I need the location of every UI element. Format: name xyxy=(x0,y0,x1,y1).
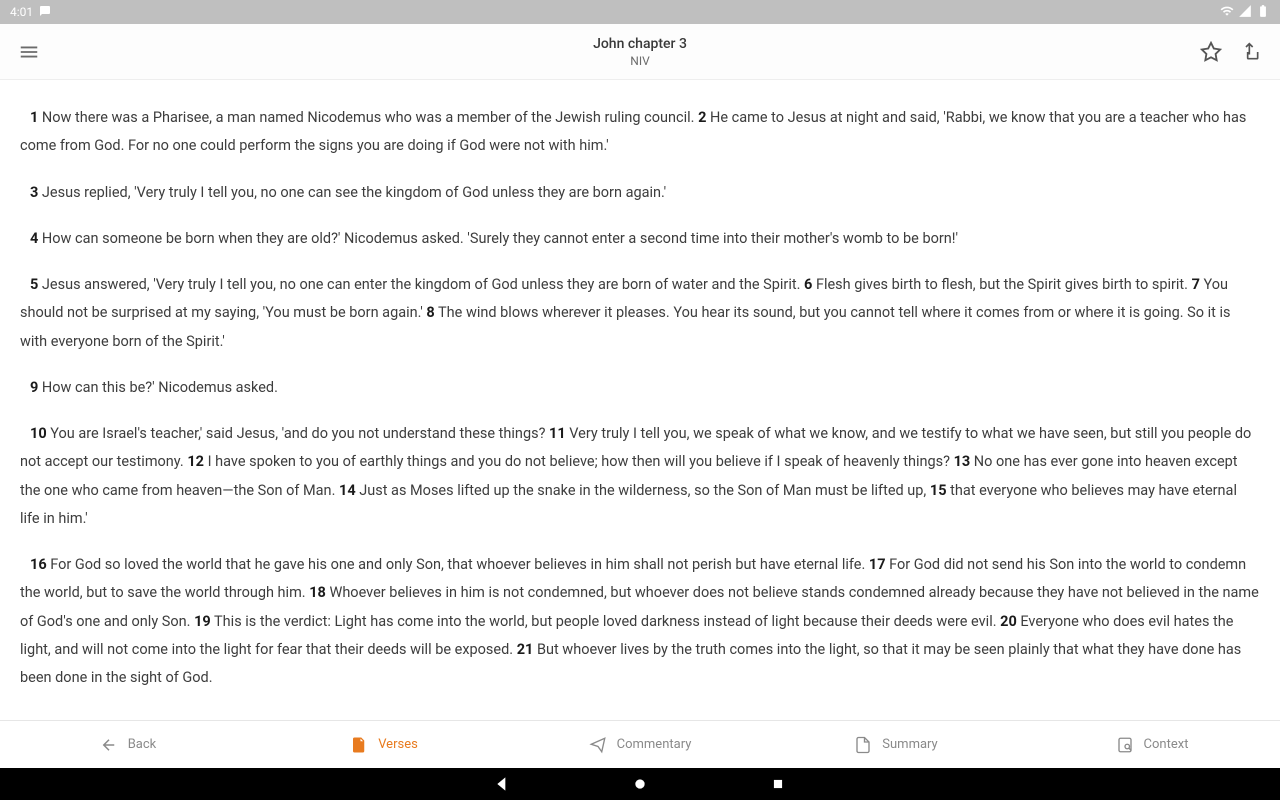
tab-label: Verses xyxy=(378,737,418,752)
tab-context[interactable]: Context xyxy=(1024,721,1280,768)
favorite-button[interactable] xyxy=(1200,41,1222,63)
verse-text: This is the verdict: Light has come into… xyxy=(211,613,1000,630)
verse-number: 7 xyxy=(1192,276,1200,293)
tab-commentary[interactable]: Commentary xyxy=(512,721,768,768)
share-button[interactable] xyxy=(1240,41,1262,63)
verse-text: Flesh gives birth to flesh, but the Spir… xyxy=(812,276,1191,293)
tab-summary[interactable]: Summary xyxy=(768,721,1024,768)
tab-label: Summary xyxy=(882,737,937,752)
tab-label: Back xyxy=(128,737,157,752)
verse-number: 20 xyxy=(1000,613,1017,630)
tab-back[interactable]: Back xyxy=(0,721,256,768)
verse-paragraph: 3 Jesus replied, 'Very truly I tell you,… xyxy=(20,179,1260,207)
verse-text: How can this be?' Nicodemus asked. xyxy=(38,379,278,396)
verse-paragraph: 16 For God so loved the world that he ga… xyxy=(20,551,1260,692)
page-subtitle: NIV xyxy=(138,54,1142,68)
verse-text: Just as Moses lifted up the snake in the… xyxy=(356,482,930,499)
android-nav-bar xyxy=(0,768,1280,800)
verse-number: 11 xyxy=(549,425,566,442)
android-status-bar: 4:01 xyxy=(0,0,1280,24)
verse-paragraph: 9 How can this be?' Nicodemus asked. xyxy=(20,374,1260,402)
verse-text: For God so loved the world that he gave … xyxy=(47,556,869,573)
status-time: 4:01 xyxy=(10,5,33,19)
verse-number: 12 xyxy=(187,453,204,470)
wifi-icon xyxy=(1220,4,1234,21)
page-title: John chapter 3 xyxy=(138,36,1142,52)
verse-number: 18 xyxy=(309,584,326,601)
battery-icon xyxy=(1256,4,1270,21)
scripture-content[interactable]: 1 Now there was a Pharisee, a man named … xyxy=(0,80,1280,720)
verse-number: 19 xyxy=(194,613,211,630)
verse-number: 10 xyxy=(30,425,47,442)
verse-text: I have spoken to you of earthly things a… xyxy=(204,453,954,470)
verse-paragraph: 1 Now there was a Pharisee, a man named … xyxy=(20,104,1260,161)
verse-number: 21 xyxy=(517,641,534,658)
verse-number: 17 xyxy=(869,556,886,573)
verse-number: 8 xyxy=(426,304,434,321)
verse-text: Jesus replied, 'Very truly I tell you, n… xyxy=(38,184,666,201)
tab-label: Context xyxy=(1144,737,1189,752)
app-header: John chapter 3 NIV xyxy=(0,24,1280,80)
verse-number: 13 xyxy=(954,453,971,470)
verse-text: Jesus answered, 'Very truly I tell you, … xyxy=(38,276,804,293)
verse-paragraph: 10 You are Israel's teacher,' said Jesus… xyxy=(20,420,1260,533)
verse-text: You are Israel's teacher,' said Jesus, '… xyxy=(47,425,549,442)
verse-number: 16 xyxy=(30,556,47,573)
verse-text: How can someone be born when they are ol… xyxy=(38,230,958,247)
verse-text: Now there was a Pharisee, a man named Ni… xyxy=(38,109,698,126)
signal-icon xyxy=(1238,4,1252,21)
nav-recent-icon[interactable] xyxy=(769,775,787,793)
tab-label: Commentary xyxy=(617,737,692,752)
verse-number: 14 xyxy=(339,482,356,499)
bottom-tab-bar: Back Verses Commentary Summary Context xyxy=(0,720,1280,768)
verse-paragraph: 4 How can someone be born when they are … xyxy=(20,225,1260,253)
tab-verses[interactable]: Verses xyxy=(256,721,512,768)
nav-back-icon[interactable] xyxy=(493,775,511,793)
menu-icon[interactable] xyxy=(18,41,40,63)
verse-number: 15 xyxy=(930,482,947,499)
verse-paragraph: 5 Jesus answered, 'Very truly I tell you… xyxy=(20,271,1260,356)
chat-icon xyxy=(39,5,51,20)
nav-home-icon[interactable] xyxy=(631,775,649,793)
